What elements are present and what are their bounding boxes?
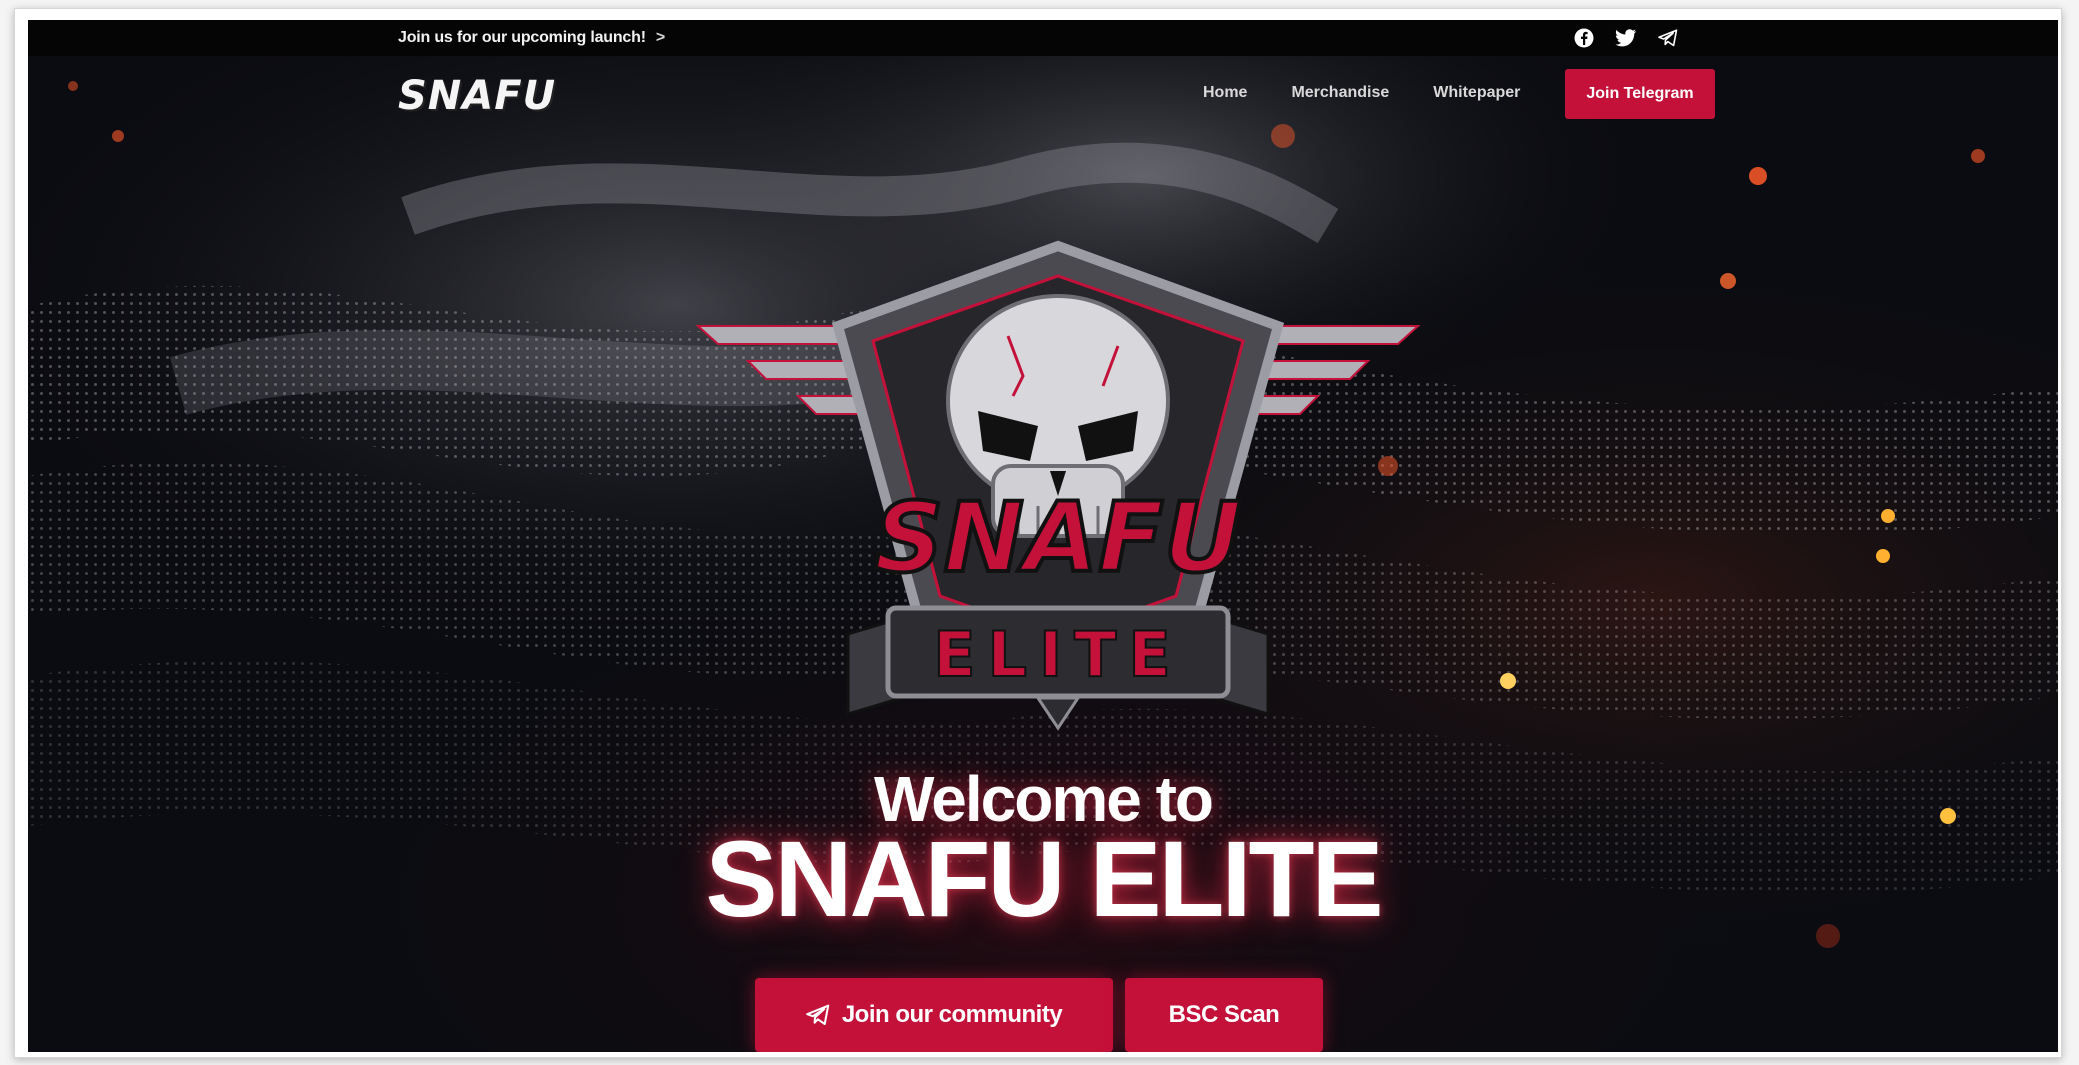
nav-whitepaper[interactable]: Whitepaper	[1433, 84, 1520, 102]
snafu-elite-emblem: SNAFU ELITE	[695, 240, 1421, 731]
twitter-icon[interactable]	[1615, 27, 1637, 49]
telegram-icon	[805, 1004, 830, 1026]
announcement-text: Join us for our upcoming launch!	[398, 29, 646, 46]
join-community-button[interactable]: Join our community	[755, 978, 1113, 1052]
emblem-snafu-word: SNAFU	[874, 482, 1241, 594]
announcement-link[interactable]: Join us for our upcoming launch! >	[398, 29, 665, 47]
announcement-bar: Join us for our upcoming launch! >	[28, 20, 2058, 56]
emblem-elite-word: ELITE	[933, 618, 1183, 691]
telegram-icon[interactable]	[1657, 27, 1679, 49]
social-links	[1573, 27, 1679, 49]
join-telegram-button[interactable]: Join Telegram	[1565, 69, 1715, 119]
site-logo[interactable]: SNAFU	[398, 73, 556, 119]
hero-title: SNAFU ELITE	[705, 818, 1383, 939]
main-nav: Home Merchandise Whitepaper	[1203, 84, 1520, 102]
facebook-icon[interactable]	[1573, 27, 1595, 49]
chevron-right-icon: >	[655, 29, 665, 46]
nav-merchandise[interactable]: Merchandise	[1291, 84, 1389, 102]
website: Join us for our upcoming launch! > SNAFU…	[28, 20, 2058, 1052]
nav-home[interactable]: Home	[1203, 84, 1247, 102]
bsc-scan-button[interactable]: BSC Scan	[1125, 978, 1323, 1052]
join-community-label: Join our community	[841, 1001, 1063, 1028]
